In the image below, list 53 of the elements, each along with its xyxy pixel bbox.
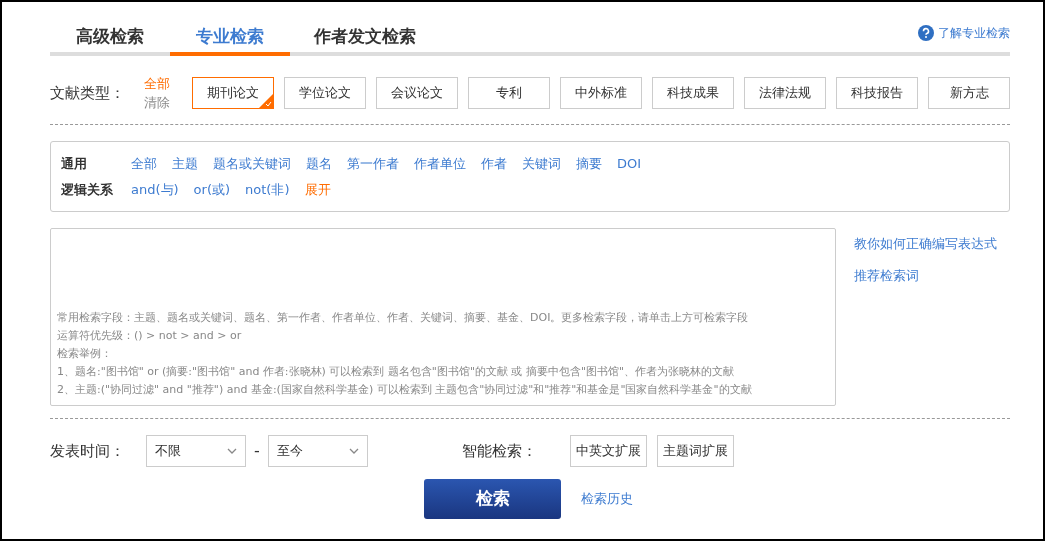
doc-type-chip[interactable]: 科技成果 bbox=[652, 77, 734, 109]
expand-link[interactable]: 展开 bbox=[304, 179, 331, 199]
field-link[interactable]: and(与) bbox=[131, 179, 179, 199]
placeholder-line: 1、题名:"图书馆" or (摘要:"图书馆" and 作者:张晓林) 可以检索到 题名包含"图书馆"的文献 或 摘要中包含"图书馆"、作者为张晓林的文献 bbox=[57, 364, 736, 380]
help-link[interactable]: 推荐检索词 bbox=[854, 265, 997, 285]
doc-type-label: 文献类型： bbox=[50, 82, 126, 104]
smart-search-label: 智能检索： bbox=[461, 440, 538, 462]
field-link[interactable]: 作者单位 bbox=[414, 154, 466, 174]
field-link[interactable]: or(或) bbox=[193, 179, 231, 199]
query-input-field[interactable] bbox=[50, 228, 836, 406]
field-row-label: 逻辑关系 bbox=[61, 180, 114, 199]
clear-link[interactable]: 清除 bbox=[144, 93, 192, 112]
placeholder-line: 2、主题:("协同过滤" and "推荐") and 基金:(国家自然科学基金) 可以检索到 主题包含"协同过滤"和"推荐"和基金是"国家自然科学基金"的文献 bbox=[57, 382, 753, 398]
field-link[interactable]: 全部 bbox=[131, 154, 157, 174]
doc-type-chip[interactable]: 新方志 bbox=[928, 77, 1010, 109]
field-link[interactable]: 作者 bbox=[481, 154, 507, 174]
tab[interactable]: 作者发文检索 bbox=[290, 22, 440, 56]
placeholder-line: 运算符优先级：() > not > and > or bbox=[57, 328, 243, 344]
field-link[interactable]: 第一作者 bbox=[347, 154, 399, 174]
chevron-down-icon bbox=[348, 448, 359, 454]
field-row-label: 通用 bbox=[61, 155, 88, 173]
doc-type-chip[interactable]: 期刊论文 bbox=[192, 77, 274, 109]
publish-time-label: 发表时间： bbox=[50, 440, 126, 462]
history-link[interactable]: 检索历史 bbox=[581, 489, 633, 509]
placeholder-line: 常用检索字段：主题、题名或关键词、题名、第一作者、作者单位、作者、关键词、摘要、基金、DOI。更多检索字段，请单击上方可检索字段 bbox=[57, 310, 750, 326]
chevron-down-icon bbox=[227, 448, 237, 454]
smart-search-option[interactable]: 主题词扩展 bbox=[656, 435, 734, 467]
tab[interactable]: 高级检索 bbox=[50, 22, 170, 56]
doc-type-chip[interactable]: 中外标准 bbox=[560, 77, 642, 109]
tab[interactable]: 专业检索 bbox=[170, 22, 290, 56]
field-link[interactable]: 关键词 bbox=[522, 154, 561, 174]
check-corner-icon bbox=[259, 94, 273, 108]
field-link[interactable]: DOI bbox=[617, 154, 642, 174]
search-button[interactable]: 检索 bbox=[424, 479, 561, 519]
to-year-select[interactable]: 至今 bbox=[267, 435, 368, 467]
from-year-select[interactable]: 不限 bbox=[146, 435, 246, 467]
help-link[interactable]: 了解专业检索 bbox=[938, 24, 1010, 42]
doc-type-chip[interactable]: 会议论文 bbox=[376, 77, 458, 109]
help-icon bbox=[918, 25, 934, 41]
select-all-link[interactable]: 全部 bbox=[144, 74, 192, 93]
field-link[interactable]: 主题 bbox=[172, 154, 198, 174]
field-link[interactable]: not(非) bbox=[245, 179, 290, 199]
field-link[interactable]: 题名 bbox=[306, 154, 332, 174]
range-separator: - bbox=[254, 440, 260, 462]
smart-search-option[interactable]: 中英文扩展 bbox=[569, 435, 647, 467]
doc-type-chip[interactable]: 专利 bbox=[468, 77, 550, 109]
help-link[interactable]: 教你如何正确编写表达式 bbox=[854, 234, 997, 254]
doc-type-chip[interactable]: 法律法规 bbox=[744, 77, 826, 109]
doc-type-chip[interactable]: 学位论文 bbox=[284, 77, 366, 109]
placeholder-line: 检索举例： bbox=[57, 346, 113, 362]
doc-type-chip[interactable]: 科技报告 bbox=[836, 77, 918, 109]
field-link[interactable]: 摘要 bbox=[576, 154, 602, 174]
field-link[interactable]: 题名或关键词 bbox=[213, 154, 291, 174]
